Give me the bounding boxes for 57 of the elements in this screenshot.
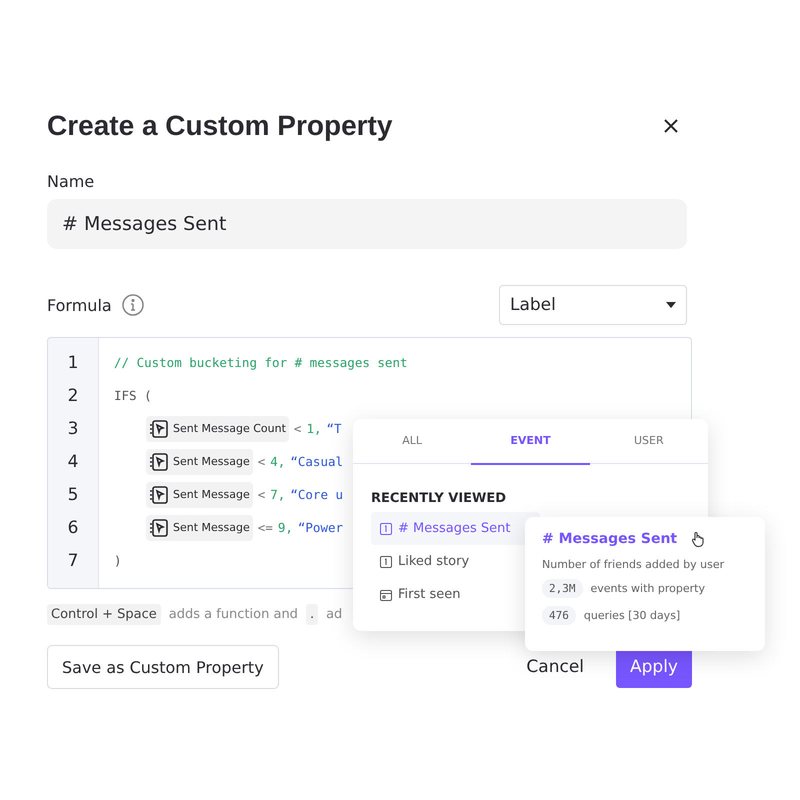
line-number: 5 (66, 484, 80, 506)
line-number: 1 (66, 352, 80, 374)
code-token: ) (114, 553, 122, 568)
code-token: 1, (306, 421, 322, 436)
code-token: 9, (278, 520, 293, 535)
key-hint: . (306, 604, 318, 625)
line-number: 7 (66, 550, 80, 572)
hand-cursor-icon (691, 531, 706, 547)
property-chip[interactable]: Sent Message (146, 514, 253, 540)
code-token: “Power (298, 520, 344, 535)
code-token: “T (326, 421, 342, 436)
code-token: < (258, 487, 266, 502)
property-chip[interactable]: Sent Message (146, 448, 253, 474)
stat-label: queries [30 days] (584, 609, 680, 622)
section-heading: RECENTLY VIEWED (371, 491, 508, 506)
property-item[interactable]: Liked story (371, 545, 540, 578)
code-token: “Casual (290, 454, 344, 469)
name-field[interactable]: # Messages Sent (47, 199, 687, 249)
property-chip[interactable]: Sent Message (146, 482, 253, 508)
close-icon (664, 119, 678, 133)
code-token: < (294, 421, 302, 436)
save-button[interactable]: Save as Custom Property (47, 645, 279, 689)
number-icon (380, 556, 392, 568)
property-chip[interactable]: Sent Message Count (146, 416, 289, 442)
calendar-icon (380, 588, 392, 600)
hint-text: adds a function and (168, 607, 298, 622)
info-icon[interactable] (122, 294, 144, 316)
caret-icon (666, 302, 676, 308)
code-token: IFS ( (114, 388, 152, 403)
hint-text: ad (326, 607, 342, 622)
line-number: 3 (66, 418, 80, 440)
code-token: “Core u (290, 487, 344, 502)
code-token: // Custom bucketing for # messages sent (114, 355, 408, 370)
line-number: 2 (66, 384, 80, 408)
code-token: 7, (270, 487, 286, 502)
event-icon (149, 518, 169, 538)
type-select[interactable]: Label (499, 285, 687, 325)
code-token: < (258, 454, 266, 469)
tooltip-title: # Messages Sent (542, 531, 678, 547)
key-hint: Control + Space (47, 604, 161, 625)
number-icon (380, 522, 392, 534)
name-label: Name (47, 172, 96, 191)
popup-tab[interactable]: ALL (353, 419, 472, 464)
code-token: <= (258, 520, 273, 535)
property-item[interactable]: # Messages Sent (371, 512, 540, 545)
stat-value: 476 (542, 606, 576, 625)
code-token: 4, (270, 454, 286, 469)
stat-value: 2,3M (542, 579, 582, 598)
formula-label: Formula (47, 296, 112, 314)
dialog-title: Create a Custom Property (47, 110, 392, 142)
line-number: 6 (66, 516, 80, 540)
event-icon (149, 484, 169, 504)
event-icon (149, 418, 169, 438)
cancel-button[interactable]: Cancel (520, 656, 590, 678)
line-number: 4 (66, 450, 80, 474)
popup-tab[interactable]: EVENT (471, 419, 590, 464)
event-icon (149, 452, 169, 472)
